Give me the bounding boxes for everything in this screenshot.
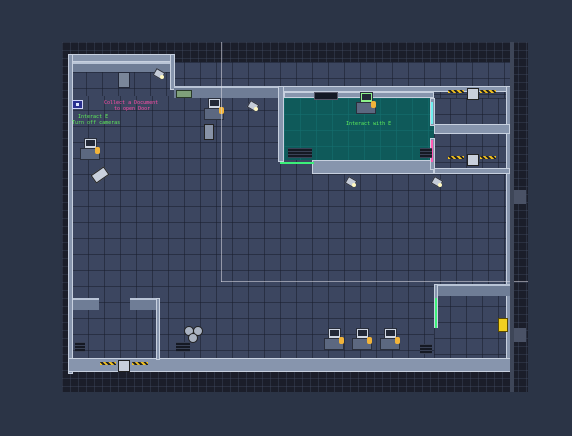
game-map: Interact E Turn off cameras Collect a Do… <box>62 42 528 392</box>
wall <box>73 298 99 310</box>
floor-vent <box>300 148 312 158</box>
exit-room-floor <box>434 290 506 360</box>
hint-turn-off-cameras-line2: Turn off cameras <box>72 120 121 126</box>
wall <box>170 54 175 90</box>
chair <box>204 124 214 140</box>
wall <box>434 284 510 296</box>
frame-notch <box>514 190 526 204</box>
hazard-strip <box>100 362 116 365</box>
guide-line <box>221 281 528 282</box>
wall <box>68 54 174 62</box>
security-camera-icon[interactable] <box>430 176 444 188</box>
trash-can-icon <box>118 72 130 88</box>
hint-collect-document-line2: to open Door <box>114 106 151 112</box>
guide-line <box>221 42 222 282</box>
wall-monitor <box>314 92 338 100</box>
terminal[interactable] <box>324 328 344 350</box>
security-camera-icon[interactable] <box>152 68 166 80</box>
floor-vent <box>420 344 432 354</box>
floor-vent <box>288 148 300 158</box>
document-icon[interactable] <box>176 90 192 98</box>
player[interactable] <box>72 100 83 109</box>
exit-door-icon[interactable] <box>498 318 508 332</box>
door-panel-icon[interactable] <box>118 360 130 372</box>
terminal[interactable] <box>352 328 372 350</box>
terminal-secure[interactable] <box>356 92 376 114</box>
hazard-strip <box>480 90 496 93</box>
hazard-strip <box>448 156 464 159</box>
hazard-strip <box>132 362 148 365</box>
wall <box>68 358 511 372</box>
laser-door-exit <box>435 298 437 328</box>
laser-door-secure <box>280 162 314 164</box>
hazard-strip <box>448 90 464 93</box>
door-panel-icon[interactable] <box>467 88 479 100</box>
wall <box>434 168 510 174</box>
hint-interact-terminal: Interact with E <box>346 121 392 127</box>
door-panel-icon[interactable] <box>467 154 479 166</box>
frame-notch <box>514 328 526 342</box>
security-camera-icon[interactable] <box>344 176 358 188</box>
floor-vent <box>420 148 432 158</box>
wall <box>434 124 510 134</box>
security-camera-icon[interactable] <box>246 100 260 112</box>
laser-door-right-top <box>431 102 433 124</box>
hazard-strip <box>480 156 496 159</box>
barrels <box>184 326 204 344</box>
wall <box>312 160 434 174</box>
terminal-camera-control[interactable] <box>80 138 100 160</box>
terminal[interactable] <box>380 328 400 350</box>
wall <box>156 298 160 360</box>
floor-vent <box>75 342 85 352</box>
